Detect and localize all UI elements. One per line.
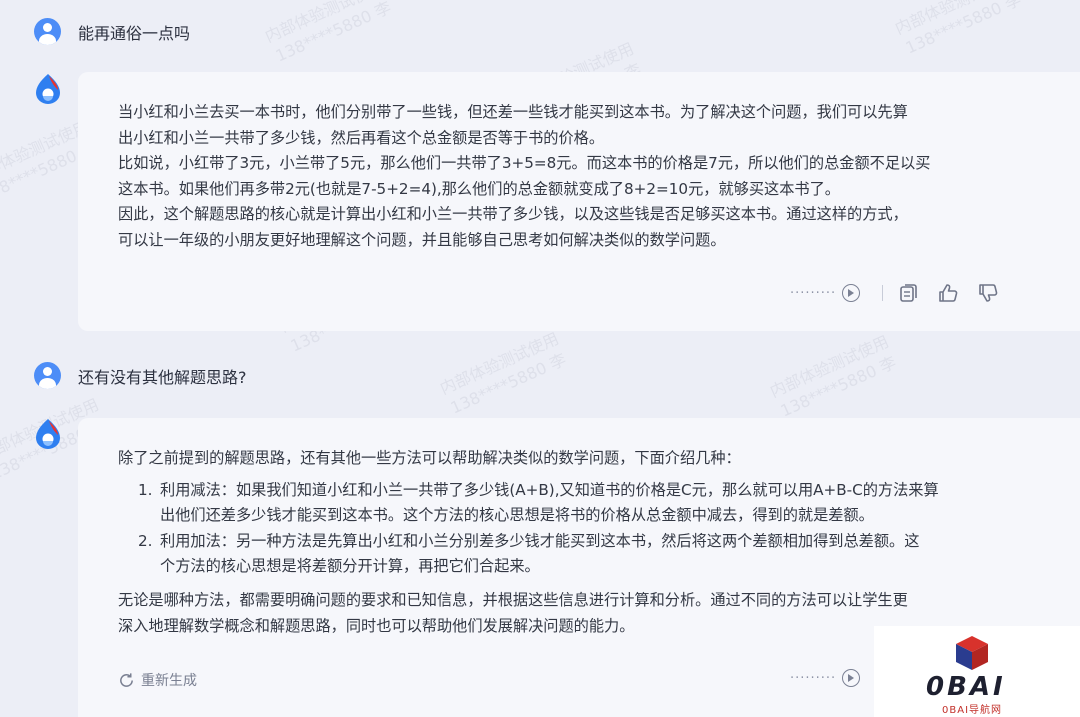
divider [882,285,884,301]
user-avatar-icon [34,18,61,45]
answer-actions: ········· [790,282,1017,304]
user-message: 能再通俗一点吗 [34,18,190,45]
user-message-text: 还有没有其他解题思路? [78,367,247,387]
refresh-icon [120,672,133,687]
regenerate-label: 重新生成 [141,673,197,689]
thumbs-down-icon[interactable] [977,282,999,304]
copy-icon[interactable] [897,282,919,304]
watermark: 内部体验测试使用138****5880 李 [436,328,569,418]
site-logo: 0BAI 0BAI导航网 [874,626,1080,717]
audio-progress: ········· [790,285,837,301]
user-avatar-icon [34,362,61,389]
method-list: 1. 利用减法：如果我们知道小红和小兰一共带了多少钱(A+B),又知道书的价格是… [78,478,1080,580]
watermark: 内部体验测试使用138****5880 李 [766,331,899,421]
watermark: 内部体验测试使用138****5880 李 [891,0,1024,58]
user-message: 还有没有其他解题思路? [34,362,247,389]
flame-logo-icon [36,74,60,104]
answer-actions: ········· [790,669,861,687]
flame-logo-icon [36,419,60,449]
answer-line: 当小红和小兰去买一本书时，他们分别带了一些钱，但还差一些钱才能买到这本书。为了解… [118,103,908,121]
logo-subtitle: 0BAI导航网 [942,705,1003,716]
audio-progress: ········· [790,670,837,686]
watermark: 内部体验测试使用138****5880 李 [261,0,394,66]
regenerate-button[interactable]: 重新生成 [118,670,197,690]
list-item: 2. 利用加法：另一种方法是先算出小红和小兰分别差多少钱才能买到这本书，然后将这… [138,531,920,576]
answer-line: 因此，这个解题思路的核心就是计算出小红和小兰一共带了多少钱，以及这些钱是否足够买… [118,205,908,224]
answer-line: 这本书。如果他们再多带2元(也就是7-5+2=4),那么他们的总金额就变成了8+… [118,179,840,198]
play-circle-icon[interactable] [842,284,861,302]
thumbs-up-icon[interactable] [937,282,959,304]
answer-line: 可以让一年级的小朋友更好地理解这个问题，并且能够自己思考如何解决类似的数学问题。 [118,230,726,249]
answer-text: 当小红和小兰去买一本书时，他们分别带了一些钱，但还差一些钱才能买到这本书。为了解… [78,72,1080,254]
assistant-answer-card: 当小红和小兰去买一本书时，他们分别带了一些钱，但还差一些钱才能买到这本书。为了解… [78,72,1080,331]
answer-intro: 除了之前提到的解题思路，还有其他一些方法可以帮助解决类似的数学问题，下面介绍几种… [118,449,741,467]
list-item: 1. 利用减法：如果我们知道小红和小兰一共带了多少钱(A+B),又知道书的价格是… [138,480,939,525]
answer-line: 比如说，小红带了3元，小兰带了5元，那么他们一共带了3+5=8元。而这本书的价格… [118,154,931,173]
answer-line: 出小红和小兰一共带了多少钱，然后再看这个总金额是否等于书的价格。 [118,128,604,147]
logo-text: 0BAI [926,672,1006,702]
cube-logo-icon [956,636,988,670]
play-circle-icon[interactable] [842,669,861,687]
user-message-text: 能再通俗一点吗 [78,23,191,43]
